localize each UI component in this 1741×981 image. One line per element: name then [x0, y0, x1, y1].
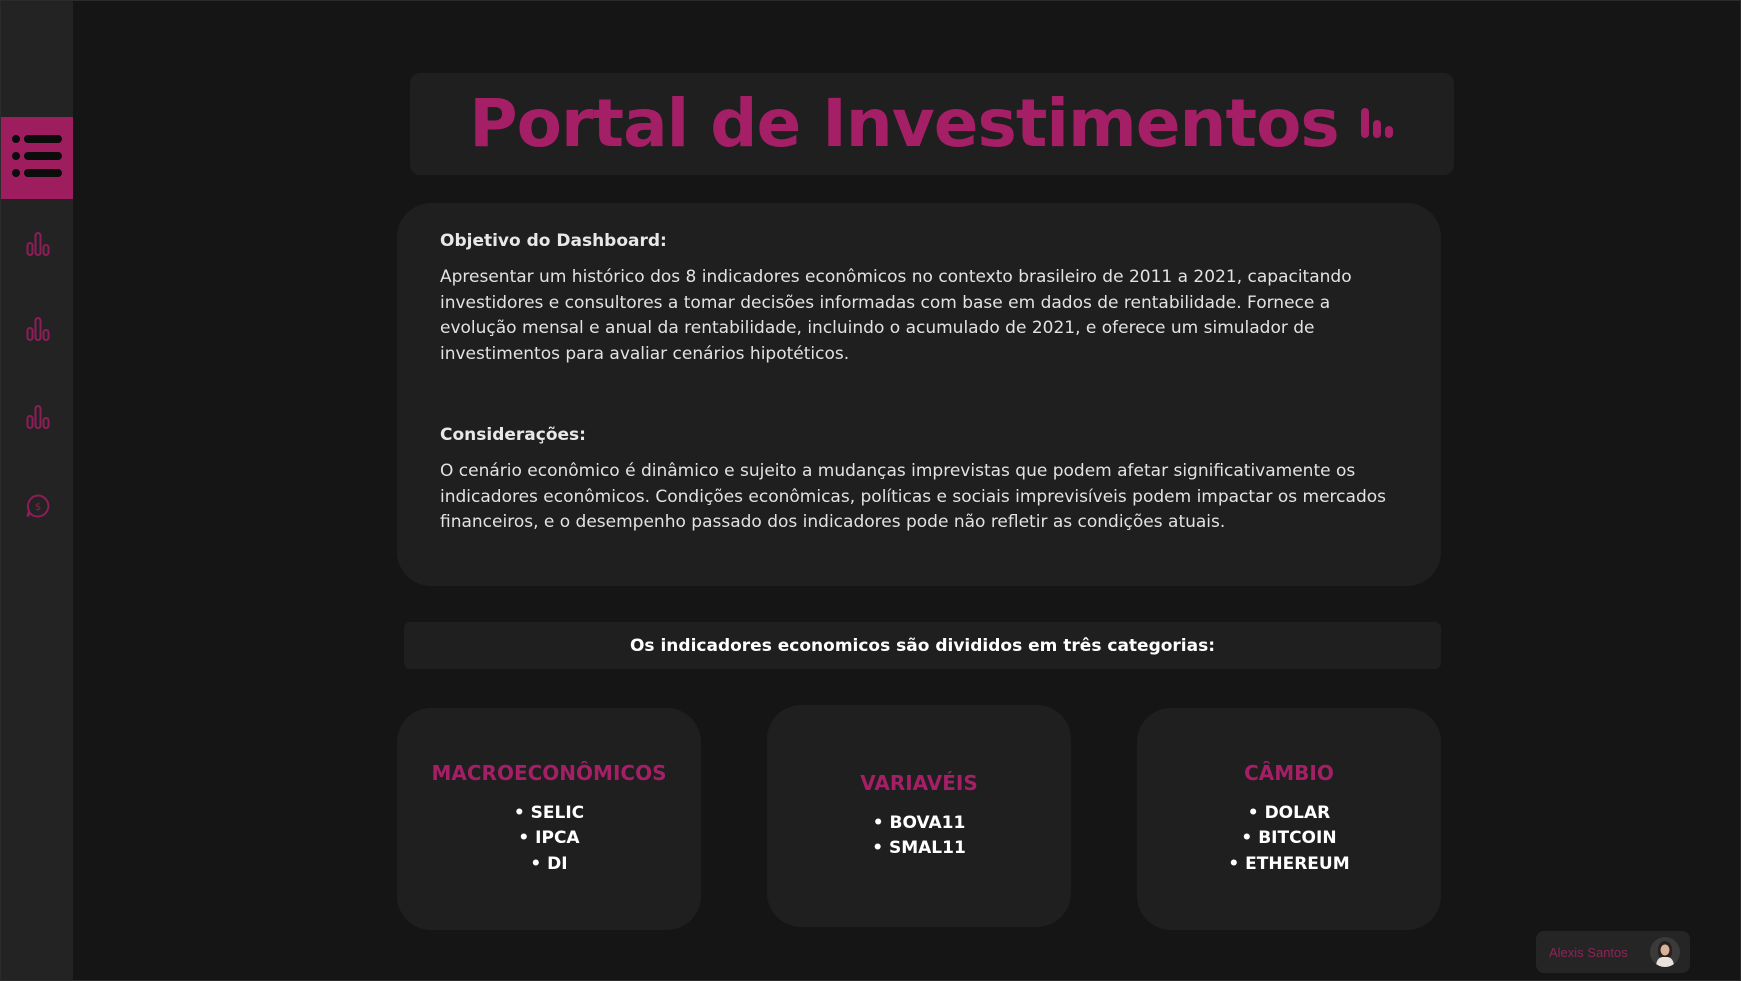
- info-card: Objetivo do Dashboard: Apresentar um his…: [397, 203, 1441, 586]
- category-item: • DOLAR: [1247, 802, 1331, 823]
- page-title: Portal de Investimentos: [469, 85, 1339, 162]
- considerations-heading: Considerações:: [440, 425, 586, 445]
- sidebar-item-chart-2[interactable]: [21, 312, 55, 346]
- objective-text: Apresentar um histórico dos 8 indicadore…: [440, 267, 1352, 364]
- categories-banner: Os indicadores economicos são divididos …: [404, 622, 1441, 669]
- user-name: Alexis Santos: [1549, 944, 1628, 960]
- bar-chart-icon: [26, 405, 50, 429]
- sidebar: $: [1, 1, 73, 980]
- bar-chart-icon: [1359, 104, 1395, 144]
- category-title: MACROECONÔMICOS: [431, 760, 667, 785]
- category-item: • SMAL11: [872, 838, 966, 858]
- objective-heading: Objetivo do Dashboard:: [440, 231, 667, 251]
- category-card-variaveis: VARIAVÉIS • BOVA11 • SMAL11: [767, 705, 1071, 927]
- menu-button[interactable]: [1, 117, 73, 199]
- category-item: • SELIC: [513, 802, 585, 823]
- category-item: • BOVA11: [872, 812, 966, 833]
- svg-text:$: $: [35, 502, 41, 513]
- category-title: VARIAVÉIS: [860, 770, 978, 795]
- list-icon: [11, 131, 63, 185]
- category-card-macro: MACROECONÔMICOS • SELIC • IPCA • DI: [397, 708, 701, 930]
- sidebar-item-chart-3[interactable]: [21, 400, 55, 434]
- category-item: • ETHEREUM: [1228, 853, 1350, 874]
- bar-chart-icon: [26, 232, 50, 256]
- sidebar-item-simulator[interactable]: $: [21, 489, 55, 523]
- category-item: • IPCA: [518, 828, 580, 849]
- user-profile-chip[interactable]: Alexis Santos: [1536, 931, 1690, 973]
- considerations-text: O cenário econômico é dinâmico e sujeito…: [440, 461, 1386, 532]
- bar-chart-icon: [26, 317, 50, 341]
- header-card: Portal de Investimentos: [410, 73, 1454, 175]
- category-card-cambio: CÂMBIO • DOLAR • BITCOIN • ETHEREUM: [1137, 708, 1441, 930]
- category-title: CÂMBIO: [1244, 760, 1334, 785]
- category-item: • DI: [530, 853, 568, 874]
- sidebar-item-chart-1[interactable]: [21, 227, 55, 261]
- user-avatar: [1650, 937, 1680, 967]
- chat-dollar-icon: $: [26, 494, 50, 518]
- category-item: • BITCOIN: [1241, 828, 1337, 849]
